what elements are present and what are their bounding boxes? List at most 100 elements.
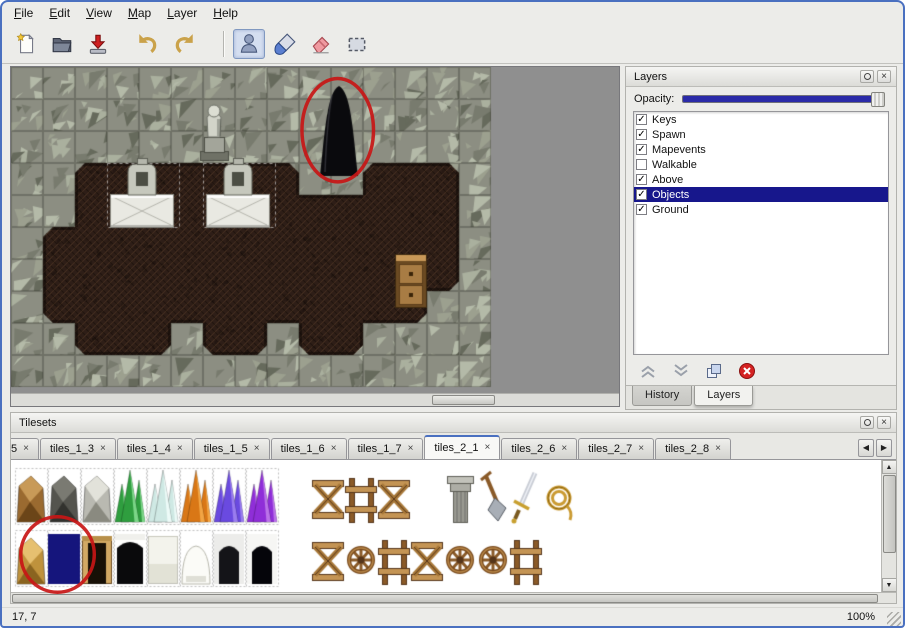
menu-map[interactable]: Map <box>120 3 159 23</box>
tab-close-icon[interactable]: × <box>484 443 490 453</box>
layer-row-ground[interactable]: ✓ Ground <box>634 202 888 217</box>
tileset-tab-tiles_1_4[interactable]: tiles_1_4× <box>117 438 193 459</box>
eraser-tool-button[interactable] <box>305 29 337 59</box>
paint-tool-icon <box>273 32 297 56</box>
tileset-canvas[interactable] <box>11 460 881 592</box>
menu-layer[interactable]: Layer <box>159 3 205 23</box>
open-folder-button[interactable] <box>46 29 78 59</box>
menu-bar: FileEditViewMapLayerHelp <box>2 2 903 24</box>
new-file-button[interactable] <box>10 29 42 59</box>
tab-close-icon[interactable]: × <box>254 444 260 454</box>
panel-float-button[interactable] <box>860 70 874 83</box>
opacity-row: Opacity: <box>626 87 896 107</box>
eraser-tool-icon <box>309 32 333 56</box>
raise-layer-button[interactable] <box>638 361 658 381</box>
resize-grip[interactable] <box>887 612 901 626</box>
layer-visibility-checkbox[interactable]: ✓ <box>636 129 647 140</box>
layer-visibility-checkbox[interactable]: ✓ <box>636 189 647 200</box>
menu-view[interactable]: View <box>78 3 120 23</box>
tileset-hscroll-thumb[interactable] <box>12 594 878 603</box>
layer-label: Keys <box>652 114 676 126</box>
tileset-vertical-scrollbar[interactable]: ▲ ▼ <box>881 460 896 592</box>
tab-close-icon[interactable]: × <box>177 444 183 454</box>
tabs-scroll-left-button[interactable]: ◀ <box>858 439 874 457</box>
map-canvas[interactable] <box>11 67 619 406</box>
delete-layer-button[interactable] <box>737 361 757 381</box>
tab-close-icon[interactable]: × <box>100 444 106 454</box>
raise-layer-icon <box>638 361 658 381</box>
zoom-level: 100% <box>847 611 875 623</box>
tileset-tab-tiles_1_6[interactable]: tiles_1_6× <box>271 438 347 459</box>
tab-label: tiles_2_8 <box>665 443 709 455</box>
layer-visibility-checkbox[interactable]: ✓ <box>636 204 647 215</box>
opacity-slider-handle[interactable] <box>871 92 885 107</box>
map-horizontal-scrollbar[interactable] <box>11 393 619 406</box>
layer-row-keys[interactable]: ✓ Keys <box>634 112 888 127</box>
duplicate-layer-button[interactable] <box>704 361 724 381</box>
tileset-tab-5[interactable]: 5× <box>10 438 39 459</box>
scroll-down-button[interactable]: ▼ <box>882 578 897 592</box>
redo-button[interactable] <box>168 29 200 59</box>
close-icon: × <box>881 418 887 428</box>
layer-visibility-checkbox[interactable]: ✓ <box>636 174 647 185</box>
tab-close-icon[interactable]: × <box>715 444 721 454</box>
object-tool-button[interactable] <box>233 29 265 59</box>
layer-row-above[interactable]: ✓ Above <box>634 172 888 187</box>
tab-label: tiles_2_7 <box>588 443 632 455</box>
tileset-tab-tiles_1_7[interactable]: tiles_1_7× <box>348 438 424 459</box>
panel-close-button[interactable]: × <box>877 70 891 83</box>
layer-label: Spawn <box>652 129 686 141</box>
paint-tool-button[interactable] <box>269 29 301 59</box>
tileset-tab-tiles_1_3[interactable]: tiles_1_3 × <box>40 438 116 459</box>
tilesets-panel: Tilesets × 5×tiles_1_3×tiles_1_4×tiles_1… <box>10 412 897 604</box>
layer-row-walkable[interactable]: Walkable <box>634 157 888 172</box>
dock-tab-history[interactable]: History <box>632 386 692 406</box>
menu-help[interactable]: Help <box>205 3 246 23</box>
layer-visibility-checkbox[interactable]: ✓ <box>636 114 647 125</box>
layer-visibility-checkbox[interactable] <box>636 159 647 170</box>
tileset-tab-tiles_2_7[interactable]: tiles_2_7 × <box>578 438 654 459</box>
layers-panel-title: Layers <box>634 71 667 83</box>
layer-label: Above <box>652 174 683 186</box>
panel-float-button[interactable] <box>860 416 874 429</box>
layer-row-spawn[interactable]: ✓ Spawn <box>634 127 888 142</box>
select-tool-button[interactable] <box>341 29 373 59</box>
tab-close-icon[interactable]: × <box>331 444 337 454</box>
tab-label: tiles_1_3 <box>50 443 94 455</box>
tileset-tab-tiles_2_6[interactable]: tiles_2_6× <box>501 438 577 459</box>
tab-label: tiles_2_1 <box>434 442 478 454</box>
tileset-tab-tiles_2_8[interactable]: tiles_2_8 × <box>655 438 731 459</box>
scroll-up-button[interactable]: ▲ <box>882 460 897 474</box>
tileset-tab-tiles_2_1[interactable]: tiles_2_1 × <box>424 435 500 459</box>
app-window: FileEditViewMapLayerHelp Layers × Opacit… <box>0 0 905 628</box>
tabs-scroll-right-button[interactable]: ▶ <box>876 439 892 457</box>
layer-row-mapevents[interactable]: ✓ Mapevents <box>634 142 888 157</box>
layer-label: Ground <box>652 204 689 216</box>
layers-panel: Layers × Opacity: ✓ Keys ✓ Spawn ✓ MapeventsW… <box>625 66 897 410</box>
status-bar: 17, 7 100% <box>2 607 903 626</box>
layer-visibility-checkbox[interactable]: ✓ <box>636 144 647 155</box>
tab-close-icon[interactable]: × <box>408 444 414 454</box>
dock-tabs: HistoryLayers <box>626 385 896 409</box>
tab-close-icon[interactable]: × <box>638 444 644 454</box>
layer-label: Mapevents <box>652 144 706 156</box>
layers-panel-titlebar: Layers × <box>626 67 896 87</box>
opacity-slider[interactable] <box>682 95 884 103</box>
menu-edit[interactable]: Edit <box>41 3 78 23</box>
layer-row-objects[interactable]: ✓Objects <box>634 187 888 202</box>
redo-icon <box>172 32 196 56</box>
tab-close-icon[interactable]: × <box>561 444 567 454</box>
save-icon <box>86 32 110 56</box>
lower-layer-button[interactable] <box>671 361 691 381</box>
undo-button[interactable] <box>132 29 164 59</box>
panel-close-button[interactable]: × <box>877 416 891 429</box>
tab-close-icon[interactable]: × <box>23 444 29 454</box>
map-hscroll-thumb[interactable] <box>432 395 495 405</box>
dock-tab-layers[interactable]: Layers <box>694 386 753 406</box>
save-button[interactable] <box>82 29 114 59</box>
float-icon <box>864 73 871 80</box>
tileset-horizontal-scrollbar[interactable] <box>11 592 896 603</box>
tileset-tab-tiles_1_5[interactable]: tiles_1_5× <box>194 438 270 459</box>
menu-file[interactable]: File <box>6 3 41 23</box>
tileset-vscroll-thumb[interactable] <box>883 475 896 553</box>
